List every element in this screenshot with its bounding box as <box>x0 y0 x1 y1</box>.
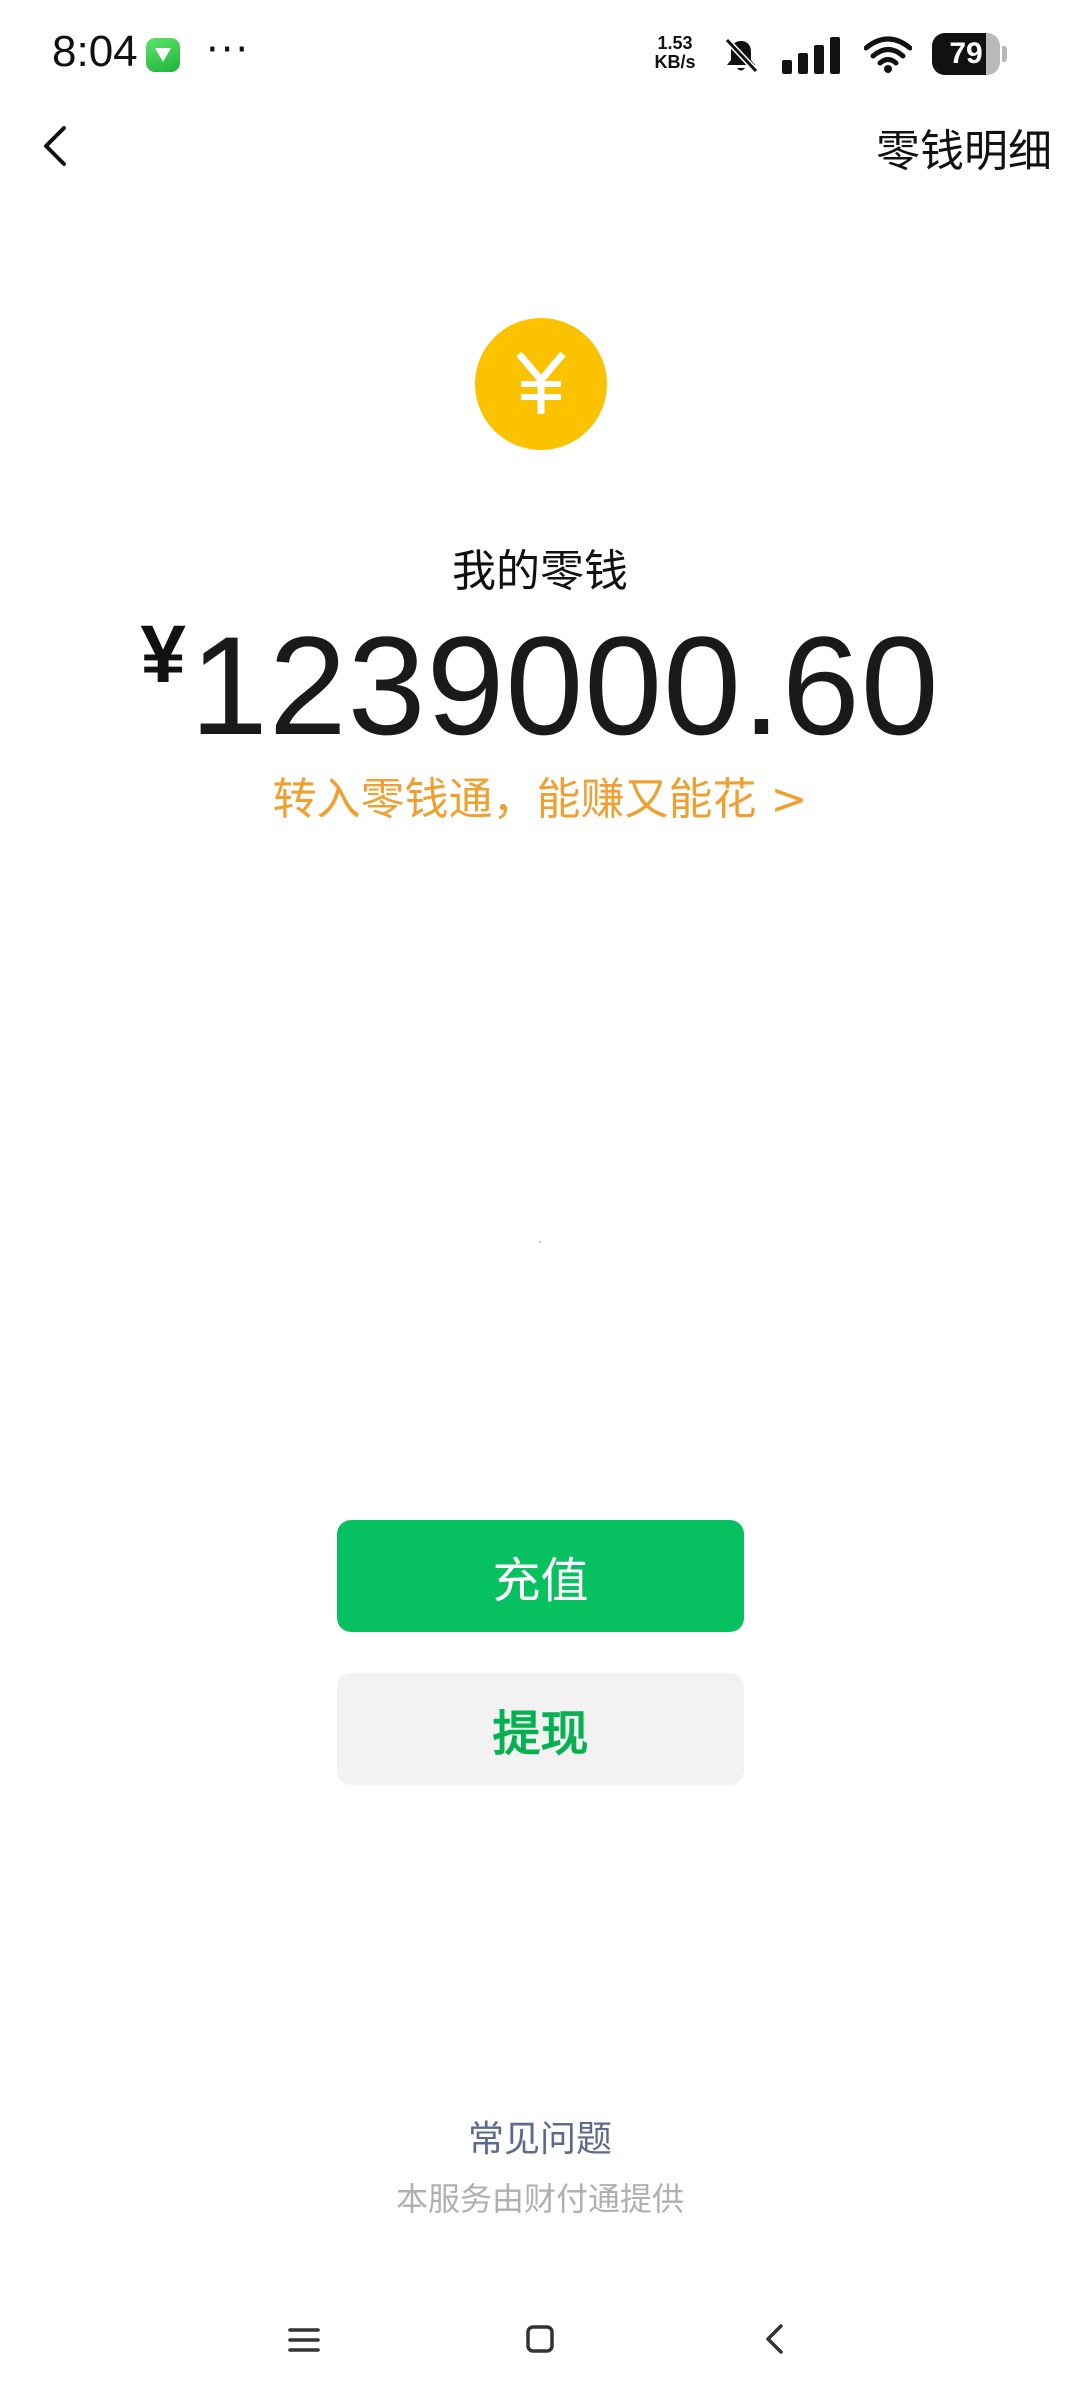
chevron-left-icon <box>44 126 66 166</box>
yuan-coin-icon <box>475 318 607 450</box>
battery-tip <box>1002 46 1007 62</box>
wifi-icon <box>863 36 913 74</box>
system-navigation-bar <box>0 2300 1080 2380</box>
status-bar: 8:04 ··· 1.53 KB/s 79 <box>0 0 1080 110</box>
recent-apps-button[interactable] <box>276 2318 332 2362</box>
status-time: 8:04 <box>52 27 138 76</box>
currency-symbol: ¥ <box>140 609 186 700</box>
faq-link[interactable]: 常见问题 <box>0 2112 1080 2168</box>
signal-icon <box>782 36 842 74</box>
balance-amount: 1239000.60 <box>189 607 940 764</box>
square-home-icon <box>526 2325 554 2353</box>
chevron-left-icon <box>766 2324 783 2354</box>
network-speed: 1.53 KB/s <box>648 34 702 72</box>
battery-icon: 79 <box>932 33 1008 75</box>
bell-muted-icon <box>722 36 760 76</box>
service-provider-note: 本服务由财付通提供 <box>395 2180 684 2218</box>
menu-icon <box>288 2328 320 2352</box>
battery-level: 79 <box>949 37 983 70</box>
more-notifications-icon: ··· <box>206 27 251 73</box>
network-speed-value: 1.53 <box>657 33 693 53</box>
home-button[interactable] <box>512 2318 568 2362</box>
battery-body: 79 <box>932 33 1000 75</box>
system-back-button[interactable] <box>748 2318 804 2362</box>
app-notification-icon <box>146 38 180 72</box>
network-speed-unit: KB/s <box>654 52 696 72</box>
balance-label: 我的零钱 <box>452 546 628 597</box>
balance-amount-row: ¥1239000.60 <box>0 608 1080 761</box>
recharge-button[interactable]: 充值 <box>337 1520 744 1632</box>
decorative-dot <box>539 1241 541 1243</box>
transfer-to-lingqiantong-link[interactable]: 转入零钱通，能赚又能花 > <box>0 768 1080 832</box>
change-details-link[interactable]: 零钱明细 <box>876 120 1052 184</box>
withdraw-button[interactable]: 提现 <box>337 1673 744 1785</box>
back-button[interactable] <box>30 112 90 182</box>
